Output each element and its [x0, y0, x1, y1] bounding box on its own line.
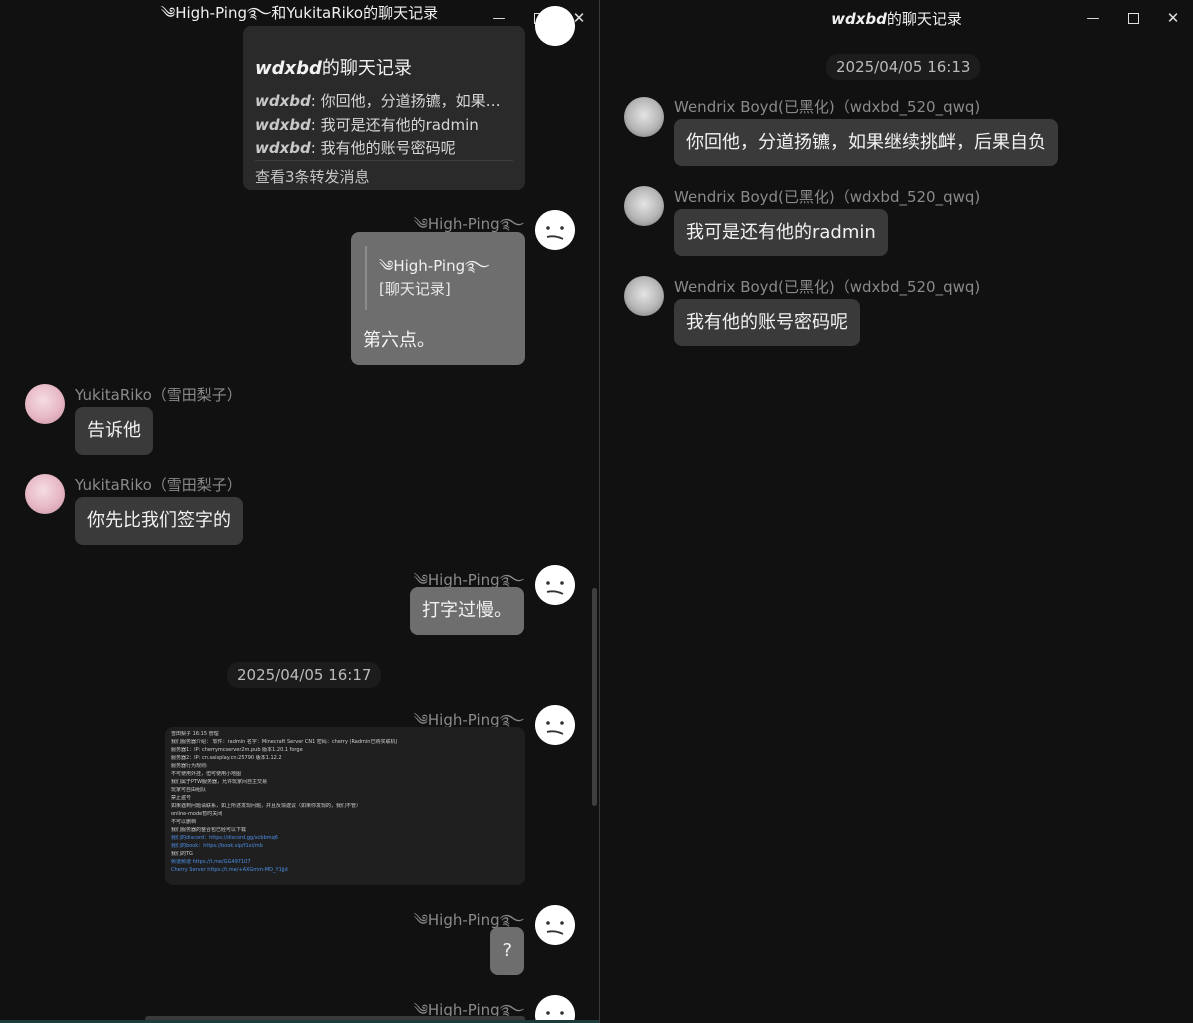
window-title: wdxbd的聊天记录 — [831, 9, 962, 28]
forwarded-card-title: wdxbd的聊天记录 — [255, 58, 412, 79]
neutral-face-icon — [535, 210, 575, 250]
avatar[interactable] — [25, 384, 65, 424]
avatar[interactable] — [624, 186, 664, 226]
close-icon: ✕ — [1166, 9, 1180, 27]
maximize-button[interactable] — [1113, 0, 1153, 36]
screenshot-line: 雪田梨子 16:15 管理 — [171, 731, 219, 737]
message-list[interactable]: 2025/04/05 16:13 Wendrix Boyd(已黑化)（wdxbd… — [600, 36, 1193, 1023]
screenshot-line: Cherry Server https://t.me/+AXGmm-MD_Y1j… — [171, 867, 288, 873]
timestamp: 2025/04/05 16:13 — [826, 54, 981, 80]
minimize-icon: — — [1086, 10, 1100, 26]
close-button[interactable]: ✕ — [1153, 0, 1193, 36]
screenshot-image[interactable]: 雪田梨子 16:15 管理我们服务器介绍： 软件：radmin 名字：Minec… — [165, 727, 525, 885]
forwarded-line: wdxbd: 你回他，分道扬镳，如果继... — [255, 92, 511, 110]
message-bubble[interactable]: ? — [490, 927, 524, 975]
message-text: 你回他，分道扬镳，如果继续挑衅，后果自负 — [686, 131, 1046, 153]
message-text: 打字过慢。 — [422, 600, 512, 621]
screenshot-line: 不可以删档 — [171, 819, 197, 825]
neutral-face-icon — [535, 995, 575, 1023]
message-bubble[interactable]: 你先比我们签字的 — [75, 497, 243, 545]
screenshot-line: 我们的book：https://book.sip/f1xi/mb — [171, 843, 263, 849]
title-bar[interactable]: wdxbd的聊天记录 — ✕ — [600, 0, 1193, 36]
message-text: 告诉他 — [87, 420, 141, 441]
screenshot-line: 我们服务器的整合包已经可以下载 — [171, 827, 247, 833]
chat-history-window-right: wdxbd的聊天记录 — ✕ 2025/04/05 16:13 Wendrix … — [600, 0, 1193, 1023]
screenshot-line: 我们的TG — [171, 851, 193, 857]
quote-text: [聊天记录] — [379, 280, 451, 298]
sender-name: Wendrix Boyd(已黑化)（wdxbd_520_qwq) — [674, 98, 981, 116]
screenshot-line: 禁止盗号 — [171, 795, 192, 801]
screenshot-line: 频道频道 https://t.me/GG497107 — [171, 859, 251, 865]
sender-name: Wendrix Boyd(已黑化)（wdxbd_520_qwq) — [674, 188, 981, 206]
screenshot-line: online-mode暂时关闭 — [171, 811, 223, 817]
minimize-button[interactable]: — — [1073, 0, 1113, 36]
message-bubble[interactable]: 我有他的账号密码呢 — [674, 299, 860, 346]
avatar[interactable] — [535, 905, 575, 945]
screenshot-line: 我们的discord：https://discord.gg/xcbbmq6 — [171, 835, 278, 841]
screenshot-line: 我们属于PTW服务器，允许玩家间自主交易 — [171, 779, 268, 785]
window-controls: — ✕ — [1073, 0, 1193, 36]
view-forwarded-link[interactable]: 查看3条转发消息 — [255, 166, 370, 187]
avatar[interactable] — [535, 565, 575, 605]
message-list[interactable]: wdxbd的聊天记录 wdxbd: 你回他，分道扬镳，如果继... wdxbd:… — [0, 6, 599, 1023]
sender-name: YukitaRiko（雪田梨子） — [75, 476, 242, 494]
avatar[interactable] — [25, 474, 65, 514]
screenshot-line: 服务器行为规则: — [171, 763, 208, 769]
neutral-face-icon — [535, 565, 575, 605]
message-text: 你先比我们签字的 — [87, 510, 231, 531]
minimize-icon: — — [492, 10, 506, 26]
divider — [255, 160, 513, 161]
scrollbar-thumb[interactable] — [592, 588, 597, 806]
screenshot-text: 雪田梨子 16:15 管理我们服务器介绍： 软件：radmin 名字：Minec… — [171, 731, 519, 875]
message-text: 第六点。 — [363, 330, 435, 351]
message-bubble[interactable]: 打字过慢。 — [410, 587, 524, 635]
avatar[interactable] — [624, 276, 664, 316]
timestamp: 2025/04/05 16:17 — [227, 662, 382, 688]
screenshot-line: 如果遇到问题请联系，如上所述发现问题，并且反馈建议（如果你发现的，我们不管） — [171, 803, 362, 809]
avatar[interactable] — [535, 995, 575, 1023]
screenshot-line: 服务器1：IP: cherrymcserver2m.pub 版本1.20.1 f… — [171, 747, 303, 753]
avatar[interactable] — [535, 6, 575, 46]
quote-bar — [365, 246, 367, 310]
avatar[interactable] — [535, 705, 575, 745]
screenshot-line: 不可使用外挂，但可使用小地图 — [171, 771, 242, 777]
screenshot-line: 服务器2：IP: cn.saisplay.cn:25790 版本1.12.2 — [171, 755, 282, 761]
maximize-icon — [1127, 12, 1139, 24]
screenshot-line: 玩家可自由组队 — [171, 787, 207, 793]
forwarded-chat-card[interactable]: wdxbd的聊天记录 wdxbd: 你回他，分道扬镳，如果继... wdxbd:… — [243, 26, 525, 190]
message-text: ? — [502, 940, 512, 961]
avatar[interactable] — [624, 97, 664, 137]
sender-name: YukitaRiko（雪田梨子） — [75, 386, 242, 404]
message-bubble[interactable]: 我可是还有他的radmin — [674, 209, 888, 256]
forwarded-line: wdxbd: 我可是还有他的radmin — [255, 116, 479, 134]
message-bubble[interactable]: 告诉他 — [75, 407, 153, 455]
sender-name: Wendrix Boyd(已黑化)（wdxbd_520_qwq) — [674, 278, 981, 296]
neutral-face-icon — [535, 705, 575, 745]
neutral-face-icon — [535, 905, 575, 945]
face-icon — [535, 6, 575, 46]
message-bubble[interactable]: 你回他，分道扬镳，如果继续挑衅，后果自负 — [674, 119, 1058, 166]
message-text: 我有他的账号密码呢 — [686, 311, 848, 333]
message-text: 我可是还有他的radmin — [686, 221, 876, 243]
avatar[interactable] — [535, 210, 575, 250]
screenshot-line: 我们服务器介绍： 软件：radmin 名字：Minecraft Server C… — [171, 739, 398, 745]
chat-history-window-left: ༄High-Ping࿐和YukitaRiko的聊天记录 — ✕ wdxbd的聊天… — [0, 0, 599, 1023]
quoted-message-bubble[interactable]: ༄High-Ping࿐ [聊天记录] 第六点。 — [351, 232, 525, 365]
forwarded-line: wdxbd: 我有他的账号密码呢 — [255, 139, 456, 157]
